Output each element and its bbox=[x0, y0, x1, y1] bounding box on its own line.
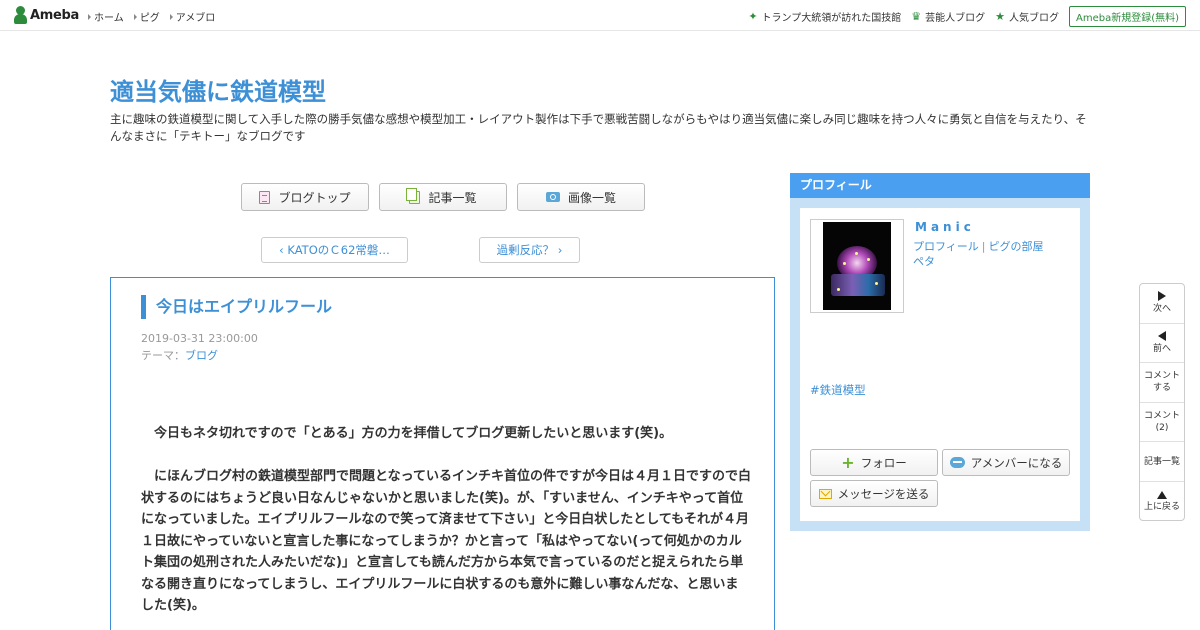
profile-name[interactable]: Manic bbox=[915, 220, 975, 234]
amember-button[interactable]: アメンバーになる bbox=[942, 449, 1070, 476]
entry-paragraph: 今日もネタ切れですので「とある」方の力を拝借してブログ更新したいと思います(笑)… bbox=[154, 426, 673, 441]
amember-label: アメンバーになる bbox=[970, 455, 1063, 470]
chevron-left-icon: ‹ bbox=[279, 243, 288, 257]
entry-title[interactable]: 今日はエイプリルフール bbox=[141, 295, 332, 319]
popular-blog-link[interactable]: ★ 人気ブログ bbox=[995, 9, 1059, 24]
rail-comments-count: (2) bbox=[1155, 423, 1169, 434]
global-header: Ameba ホーム ピグ アメブロ ✦ トランプ大統領が訪れた国技館 ♛ 芸能人… bbox=[0, 0, 1200, 31]
celebrity-blog-label: 芸能人ブログ bbox=[925, 13, 986, 24]
kokugikan-link[interactable]: ✦ トランプ大統領が訪れた国技館 bbox=[748, 9, 901, 24]
rail-comments-label-1: コメント bbox=[1143, 411, 1180, 422]
rail-top-label: 上に戻る bbox=[1143, 501, 1180, 512]
follow-button[interactable]: + フォロー bbox=[810, 449, 938, 476]
entry-theme-label: テーマ： bbox=[141, 349, 185, 362]
chat-bubble-icon bbox=[949, 457, 965, 468]
profile-body: Manic プロフィール | ピグの部屋 ペタ #鉄道模型 + フォロー アメンバー… bbox=[800, 208, 1080, 521]
entry-list-label: 記事一覧 bbox=[428, 190, 477, 205]
rail-comment-label-2: する bbox=[1152, 383, 1171, 394]
kokugikan-link-label: トランプ大統領が訪れた国技館 bbox=[761, 13, 902, 24]
article: 今日はエイプリルフール 2019-03-31 23:00:00 テーマ：ブログ … bbox=[110, 277, 775, 630]
celebrity-blog-link[interactable]: ♛ 芸能人ブログ bbox=[911, 9, 985, 24]
next-entry-label: 過剰反応？ bbox=[496, 243, 555, 257]
image-list-button[interactable]: 画像一覧 bbox=[517, 183, 645, 211]
entry-theme: テーマ：ブログ bbox=[141, 347, 218, 363]
avatar-image bbox=[823, 222, 891, 310]
blog-title[interactable]: 適当気儘に鉄道模型 bbox=[110, 72, 326, 107]
blog-top-label: ブログトップ bbox=[278, 190, 351, 205]
image-list-label: 画像一覧 bbox=[567, 190, 616, 205]
crown-icon: ♛ bbox=[911, 10, 922, 23]
sparkle-icon: ✦ bbox=[748, 10, 758, 23]
rail-next-label: 次へ bbox=[1152, 304, 1171, 315]
prev-entry-link[interactable]: ‹ KATOのＣ62常磐… bbox=[261, 237, 408, 263]
header-links: ✦ トランプ大統領が訪れた国技館 ♛ 芸能人ブログ ★ 人気ブログ Ameba新… bbox=[748, 6, 1186, 27]
rail-top-button[interactable]: 上に戻る bbox=[1140, 482, 1184, 522]
mail-icon bbox=[818, 488, 832, 499]
entry-body: 今日もネタ切れですので「とある」方の力を拝借してブログ更新したいと思います(笑)… bbox=[141, 423, 751, 630]
message-button[interactable]: メッセージを送る bbox=[810, 480, 938, 507]
chevron-right-icon: › bbox=[554, 243, 563, 257]
play-left-icon bbox=[1158, 330, 1166, 341]
entry-list-button[interactable]: 記事一覧 bbox=[379, 183, 507, 211]
signup-button[interactable]: Ameba新規登録(無料) bbox=[1068, 6, 1186, 27]
rail-comment-button[interactable]: コメント する bbox=[1140, 363, 1184, 403]
blog-description: 主に趣味の鉄道模型に関して入手した際の勝手気儘な感想や模型加工・レイアウト製作は… bbox=[110, 112, 1087, 143]
camera-icon bbox=[545, 192, 560, 202]
ameba-logo[interactable]: Ameba bbox=[14, 6, 79, 24]
rail-comments-button[interactable]: コメント (2) bbox=[1140, 403, 1184, 443]
play-right-icon bbox=[1158, 291, 1166, 302]
ameba-mascot-icon bbox=[14, 6, 27, 24]
pages-icon bbox=[406, 187, 421, 204]
rail-prev-label: 前へ bbox=[1152, 343, 1171, 354]
rail-entries-label: 記事一覧 bbox=[1143, 456, 1180, 467]
nav-home-link[interactable]: ホーム bbox=[88, 9, 124, 24]
rail-entries-button[interactable]: 記事一覧 bbox=[1140, 442, 1184, 482]
rail-comment-label-1: コメント bbox=[1143, 371, 1180, 382]
profile-link[interactable]: プロフィール bbox=[913, 240, 979, 253]
logo-text: Ameba bbox=[30, 7, 80, 23]
profile-links: プロフィール | ピグの部屋 ペタ bbox=[913, 240, 1044, 268]
prev-entry-label: KATOのＣ62常磐… bbox=[287, 243, 390, 257]
follow-label: フォロー bbox=[860, 455, 907, 470]
profile-widget: プロフィール Manic プロフィール | ピグの部屋 ペタ #鉄道模型 + フォロ… bbox=[790, 173, 1090, 531]
star-icon: ★ bbox=[995, 10, 1005, 23]
entry-date: 2019-03-31 23:00:00 bbox=[141, 332, 258, 345]
peta-link[interactable]: ペタ bbox=[913, 255, 935, 268]
nav-pigg-link[interactable]: ピグ bbox=[134, 9, 160, 24]
hashtag-link[interactable]: #鉄道模型 bbox=[810, 382, 866, 398]
entry-paragraph: にほんブログ村の鉄道模型部門で問題となっているインチキ首位の件ですが今日は４月１… bbox=[141, 469, 751, 613]
rail-next-button[interactable]: 次へ bbox=[1140, 284, 1184, 324]
blog-top-button[interactable]: ブログトップ bbox=[241, 183, 369, 211]
message-label: メッセージを送る bbox=[837, 486, 930, 501]
side-rail: 次へ 前へ コメント する コメント (2) 記事一覧 上に戻る bbox=[1139, 283, 1185, 521]
plus-icon: + bbox=[841, 452, 855, 472]
triangle-up-icon bbox=[1157, 490, 1167, 499]
popular-blog-label: 人気ブログ bbox=[1008, 13, 1059, 24]
next-entry-link[interactable]: 過剰反応？ › bbox=[479, 237, 580, 263]
nav-ameblo-link[interactable]: アメブロ bbox=[170, 9, 216, 24]
global-nav: ホーム ピグ アメブロ bbox=[88, 9, 215, 24]
pigg-room-link[interactable]: ピグの部屋 bbox=[989, 240, 1044, 253]
profile-header: プロフィール bbox=[790, 173, 1090, 198]
rail-prev-button[interactable]: 前へ bbox=[1140, 324, 1184, 364]
document-icon bbox=[259, 190, 271, 204]
profile-avatar[interactable] bbox=[810, 219, 904, 313]
entry-theme-link[interactable]: ブログ bbox=[185, 349, 218, 362]
